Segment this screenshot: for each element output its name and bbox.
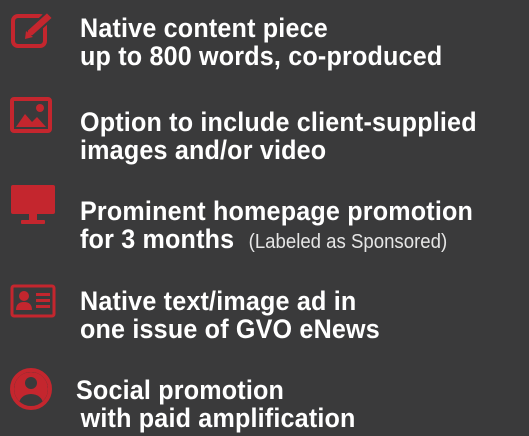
feature-text: Native text/image ad in one issue of GVO… [80, 287, 380, 343]
feature-line-1: Prominent homepage promotion [80, 196, 474, 226]
feature-line-1: Native content piece [80, 13, 328, 43]
feature-line-2: up to 800 words, co-produced [80, 41, 443, 71]
feature-line-2: images and/or video [80, 135, 327, 165]
id-card-icon [10, 284, 56, 318]
feature-line-2: one issue of GVO eNews [80, 314, 380, 344]
image-icon [10, 97, 52, 133]
feature-line-2: with paid amplification [80, 403, 356, 433]
monitor-icon [10, 183, 56, 225]
feature-line-2: for 3 months [80, 224, 235, 254]
feature-text: Native content piece up to 800 words, co… [80, 14, 442, 70]
feature-line-1: Native text/image ad in [80, 286, 357, 316]
feature-text: Social promotion with paid amplification [76, 376, 356, 432]
feature-line-1: Option to include client-supplied [80, 107, 477, 137]
feature-text: Prominent homepage promotion for 3 month… [80, 197, 473, 256]
feature-line-2-wrap: for 3 months (Labeled as Sponsored) [80, 225, 473, 256]
feature-line-1: Social promotion [76, 375, 285, 405]
user-circle-icon [10, 368, 52, 410]
feature-text: Option to include client-supplied images… [80, 108, 477, 164]
pencil-edit-icon [10, 11, 56, 51]
sponsored-note: (Labeled as Sponsored) [248, 231, 448, 253]
